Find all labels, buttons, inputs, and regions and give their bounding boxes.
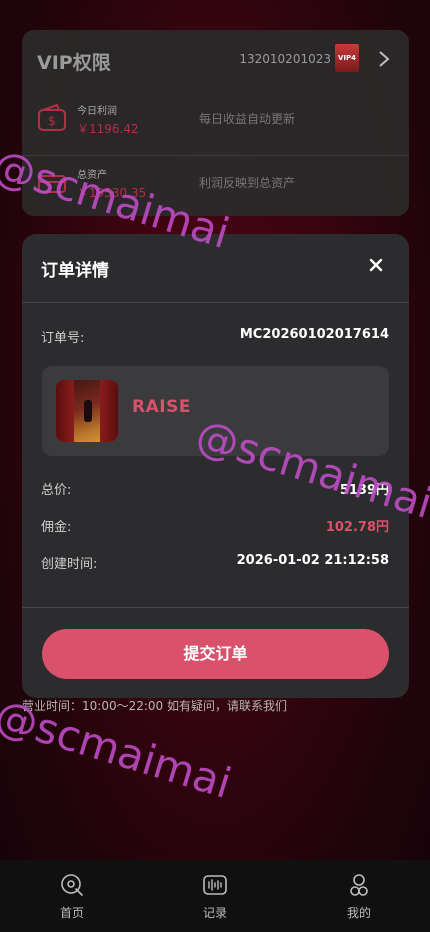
tab-home[interactable]: 首页: [32, 872, 112, 922]
today-profit-label: 今日利润: [77, 106, 117, 117]
vip-badge: VIP4: [335, 44, 359, 72]
total-assets-note: 利润反映到总资产: [199, 176, 296, 190]
tab-records[interactable]: 记录: [175, 872, 255, 922]
product-card: RAISE: [42, 366, 389, 456]
tab-home-label: 首页: [59, 906, 84, 920]
today-profit-note: 每日收益自动更新: [199, 112, 296, 126]
wallet-dollar-icon: $: [38, 104, 66, 131]
order-number-value: MC20260102017614: [239, 327, 389, 342]
total-price-row: 总价: 5139円: [41, 479, 389, 499]
vip-card: VIP权限 132010201023 VIP4 $ 今日利润 ￥1196.42 …: [22, 30, 409, 216]
total-price-value: 5139円: [339, 483, 389, 498]
commission-value: 102.78円: [325, 520, 389, 535]
today-profit-row: $ 今日利润 ￥1196.42 每日收益自动更新: [22, 92, 409, 152]
tab-profile-label: 我的: [346, 906, 371, 920]
close-icon[interactable]: [369, 258, 383, 272]
tab-records-label: 记录: [202, 906, 227, 920]
commission-label: 佣金:: [41, 520, 72, 535]
today-profit-value: ￥1196.42: [77, 122, 139, 136]
commission-row: 佣金: 102.78円: [41, 516, 389, 536]
product-name: RAISE: [132, 397, 191, 417]
created-time-row: 创建时间: 2026-01-02 21:12:58: [41, 553, 389, 573]
submit-order-button[interactable]: 提交订单: [42, 629, 389, 679]
created-time-label: 创建时间:: [41, 557, 98, 572]
modal-divider: [22, 607, 409, 608]
vip-account-number: 132010201023: [239, 52, 331, 66]
order-number-label: 订单号:: [41, 331, 85, 346]
tab-profile[interactable]: 我的: [319, 872, 399, 922]
modal-header: 订单详情: [22, 234, 409, 303]
product-thumbnail: [56, 380, 118, 442]
vip-title: VIP权限: [37, 52, 111, 74]
bottom-tab-bar: 首页 记录 我的: [0, 860, 430, 932]
profile-icon: [350, 874, 368, 896]
order-detail-modal: 订单详情 订单号: MC20260102017614 RAISE 总价: 513…: [22, 234, 409, 698]
total-assets-row: 总资产 ￥19530.35 利润反映到总资产: [22, 155, 409, 216]
order-number-row: 订单号: MC20260102017614: [41, 327, 389, 347]
total-price-label: 总价:: [41, 483, 72, 498]
total-assets-value: ￥19530.35: [77, 186, 147, 200]
modal-title: 订单详情: [41, 261, 109, 281]
svg-text:$: $: [48, 114, 56, 128]
created-time-value: 2026-01-02 21:12:58: [236, 553, 389, 568]
home-icon: [61, 874, 83, 896]
chevron-right-icon[interactable]: [377, 50, 391, 68]
business-hours-text: 营业时间：10:00～22:00 如有疑问，请联系我们: [22, 699, 287, 713]
assets-icon: [38, 175, 66, 193]
total-assets-label: 总资产: [77, 170, 107, 181]
records-icon: [203, 875, 227, 895]
